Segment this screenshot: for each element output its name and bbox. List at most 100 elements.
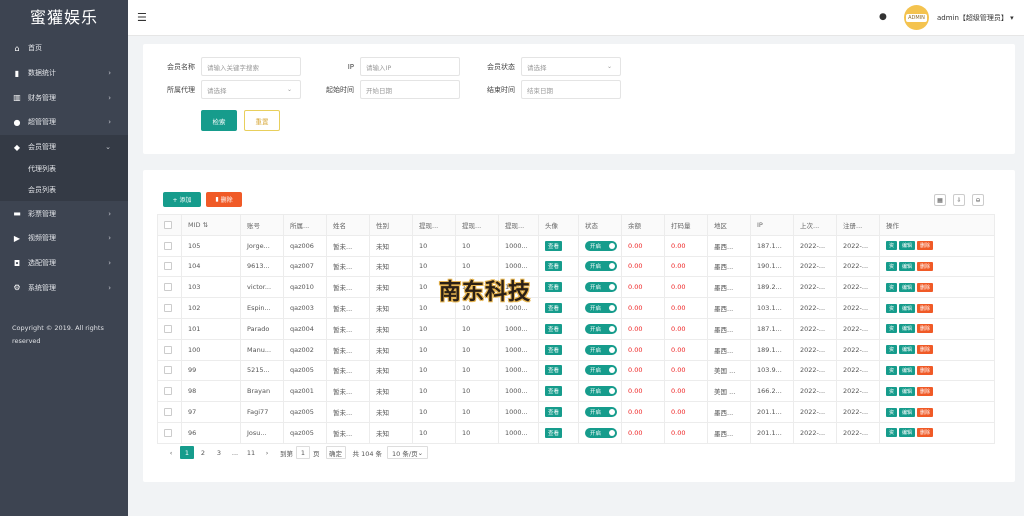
edit-button[interactable]: 编辑 [899, 365, 916, 375]
app-logo[interactable]: 蜜獾娱乐 [0, 0, 128, 36]
funds-button[interactable]: 资 [886, 365, 898, 375]
add-button[interactable]: + 添加 [163, 192, 201, 207]
status-toggle[interactable]: 开启 [585, 303, 617, 314]
sidebar-item[interactable]: ◆ 会员管理 ⌄ [0, 134, 128, 160]
edit-button[interactable]: 编辑 [899, 428, 916, 438]
goto-page-input[interactable]: 1 [296, 446, 310, 459]
status-toggle[interactable]: 开启 [585, 365, 617, 376]
status-toggle[interactable]: 开启 [585, 240, 617, 251]
confirm-page-button[interactable]: 确定 [325, 446, 346, 459]
delete-row-button[interactable]: 删除 [917, 261, 934, 271]
sidebar-subitem[interactable]: 代理列表 [0, 159, 128, 181]
column-header[interactable]: MID ⇅ [181, 214, 241, 236]
sort-icon[interactable]: ⇅ [201, 221, 208, 229]
column-header[interactable]: 性别 [369, 214, 413, 236]
row-checkbox[interactable] [164, 408, 172, 417]
delete-row-button[interactable]: 删除 [917, 407, 934, 417]
print-icon[interactable]: ⊖ [972, 194, 984, 206]
column-header[interactable]: 提现... [412, 214, 456, 236]
delete-row-button[interactable]: 删除 [917, 345, 934, 355]
funds-button[interactable]: 资 [886, 241, 898, 251]
funds-button[interactable]: 资 [886, 386, 898, 396]
column-header[interactable]: 头像 [538, 214, 579, 236]
sidebar-item[interactable]: ▥ 财务管理 › [0, 85, 128, 110]
sidebar-item[interactable]: ⚙ 系统管理 › [0, 276, 128, 301]
view-avatar-button[interactable]: 查看 [545, 386, 563, 397]
sidebar-item[interactable]: ▶ 视频管理 › [0, 226, 128, 251]
page-button[interactable]: 1 [180, 446, 194, 459]
status-toggle[interactable]: 开启 [585, 282, 617, 293]
start-date-input[interactable]: 开始日期 [360, 80, 460, 99]
column-header[interactable]: 打码量 [664, 214, 708, 236]
delete-row-button[interactable]: 删除 [917, 324, 934, 334]
status-toggle[interactable]: 开启 [585, 323, 617, 334]
view-avatar-button[interactable]: 查看 [545, 303, 563, 314]
view-avatar-button[interactable]: 查看 [545, 365, 563, 376]
status-toggle[interactable]: 开启 [585, 407, 617, 418]
column-header[interactable]: 注册... [836, 214, 880, 236]
search-button[interactable]: 检索 [201, 110, 237, 131]
member-name-input[interactable]: 请输入关键字搜索 [201, 57, 301, 76]
sidebar-item[interactable]: ▮ 数据统计 › [0, 61, 128, 86]
status-toggle[interactable]: 开启 [585, 427, 617, 438]
column-header[interactable]: 余额 [621, 214, 665, 236]
column-header[interactable]: 姓名 [326, 214, 370, 236]
edit-button[interactable]: 编辑 [899, 345, 916, 355]
row-checkbox[interactable] [164, 324, 172, 333]
export-icon[interactable]: ⇩ [953, 194, 965, 206]
funds-button[interactable]: 资 [886, 324, 898, 334]
sidebar-item[interactable]: ● 超管管理 › [0, 110, 128, 135]
row-checkbox[interactable] [164, 241, 172, 250]
member-status-select[interactable]: 请选择 ⌄ [521, 57, 621, 76]
delete-row-button[interactable]: 删除 [917, 303, 934, 313]
page-size-select[interactable]: 10 条/页 ⌄ [387, 446, 429, 459]
view-avatar-button[interactable]: 查看 [545, 427, 563, 438]
row-checkbox[interactable] [164, 387, 172, 396]
view-avatar-button[interactable]: 查看 [545, 344, 563, 355]
view-avatar-button[interactable]: 查看 [545, 323, 563, 334]
sidebar-item[interactable]: ▬ 彩票管理 › [0, 201, 128, 226]
row-checkbox[interactable] [164, 304, 172, 313]
user-menu[interactable]: admin【超级管理员】 ▾ [937, 13, 1014, 23]
funds-button[interactable]: 资 [886, 428, 898, 438]
row-checkbox[interactable] [164, 283, 172, 292]
column-header[interactable]: 提现... [498, 214, 539, 236]
prev-page-button[interactable]: ‹ [164, 446, 178, 459]
edit-button[interactable]: 编辑 [899, 303, 916, 313]
edit-button[interactable]: 编辑 [899, 241, 916, 251]
row-checkbox[interactable] [164, 262, 172, 271]
avatar[interactable]: ADMIN [904, 5, 929, 30]
funds-button[interactable]: 资 [886, 407, 898, 417]
view-avatar-button[interactable]: 查看 [545, 261, 563, 272]
view-avatar-button[interactable]: 查看 [545, 282, 563, 293]
sidebar-item[interactable]: ⌂ 首页 [0, 36, 128, 61]
end-date-input[interactable]: 结束日期 [521, 80, 621, 99]
page-button[interactable]: 11 [244, 446, 258, 459]
edit-button[interactable]: 编辑 [899, 386, 916, 396]
row-checkbox[interactable] [164, 428, 172, 437]
row-checkbox[interactable] [164, 366, 172, 375]
sidebar-subitem[interactable]: 会员列表 [0, 180, 128, 202]
status-toggle[interactable]: 开启 [585, 261, 617, 272]
column-header[interactable]: 状态 [578, 214, 622, 236]
edit-button[interactable]: 编辑 [899, 282, 916, 292]
funds-button[interactable]: 资 [886, 261, 898, 271]
delete-row-button[interactable]: 删除 [917, 386, 934, 396]
delete-button[interactable]: ▮ 删除 [206, 192, 242, 207]
delete-row-button[interactable]: 删除 [917, 241, 934, 251]
view-avatar-button[interactable]: 查看 [545, 240, 563, 251]
column-header[interactable]: 地区 [707, 214, 751, 236]
reset-button[interactable]: 重置 [244, 110, 280, 131]
edit-button[interactable]: 编辑 [899, 407, 916, 417]
sidebar-item[interactable]: ◘ 选配管理 › [0, 251, 128, 276]
columns-icon[interactable]: ▦ [934, 194, 946, 206]
view-avatar-button[interactable]: 查看 [545, 407, 563, 418]
ip-input[interactable]: 请输入IP [360, 57, 460, 76]
page-button[interactable]: 2 [196, 446, 210, 459]
delete-row-button[interactable]: 删除 [917, 365, 934, 375]
page-button[interactable]: 3 [212, 446, 226, 459]
delete-row-button[interactable]: 删除 [917, 428, 934, 438]
next-page-button[interactable]: › [260, 446, 274, 459]
funds-button[interactable]: 资 [886, 345, 898, 355]
menu-toggle-icon[interactable]: ☰ [137, 12, 147, 23]
